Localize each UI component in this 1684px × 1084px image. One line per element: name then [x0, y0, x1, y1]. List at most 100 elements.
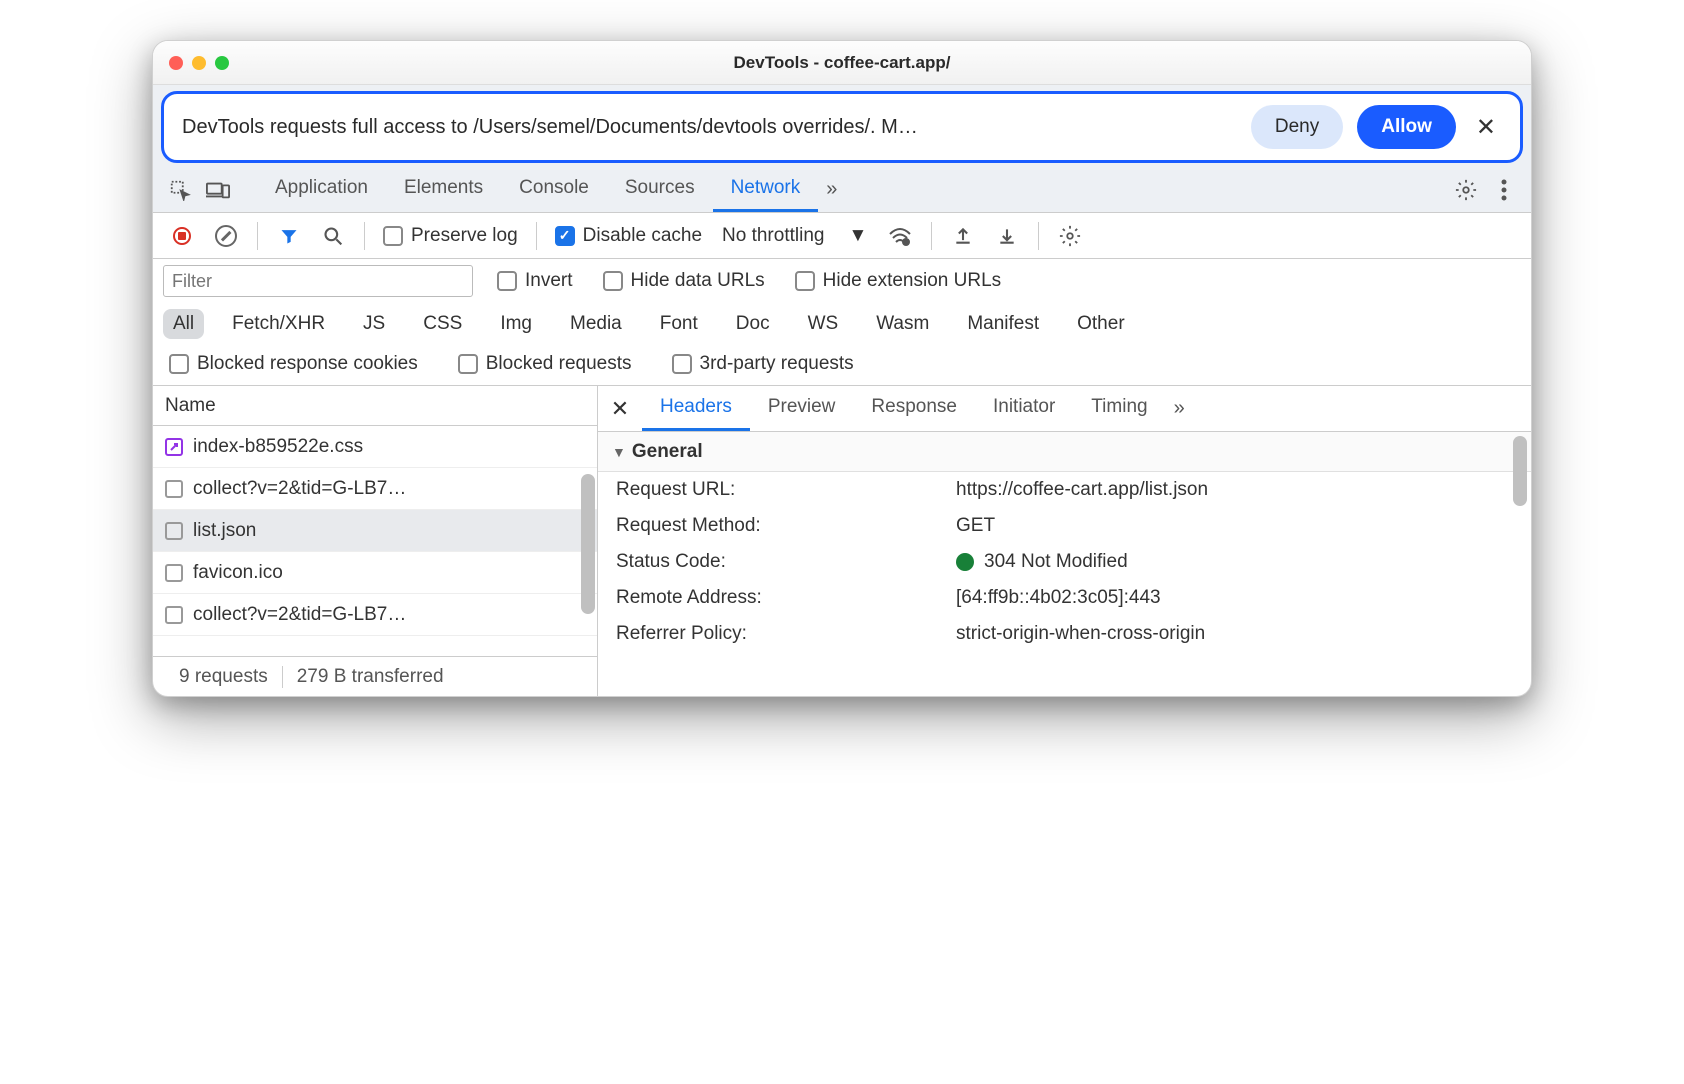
type-ws[interactable]: WS — [798, 309, 849, 339]
detail-scrollbar[interactable] — [1513, 436, 1527, 506]
hide-data-urls-checkbox[interactable]: Hide data URLs — [597, 270, 771, 292]
filter-row: Invert Hide data URLs Hide extension URL… — [153, 259, 1531, 303]
hide-ext-label: Hide extension URLs — [823, 270, 1001, 292]
val-request-url: https://coffee-cart.app/list.json — [956, 479, 1513, 501]
more-menu-icon[interactable] — [1485, 171, 1523, 209]
tab-application[interactable]: Application — [257, 167, 386, 212]
filter-input[interactable] — [163, 265, 473, 297]
more-detail-tabs-icon[interactable]: » — [1166, 397, 1193, 420]
title-bar: DevTools - coffee-cart.app/ — [153, 41, 1531, 85]
row-status-code: Status Code: 304 Not Modified — [598, 544, 1531, 580]
list-item[interactable]: index-b859522e.css — [153, 426, 597, 468]
close-window-button[interactable] — [169, 56, 183, 70]
sidebar-header-name[interactable]: Name — [153, 386, 597, 426]
preserve-log-label: Preserve log — [411, 225, 518, 247]
resource-type-row: All Fetch/XHR JS CSS Img Media Font Doc … — [153, 303, 1531, 347]
section-general[interactable]: ▼ General — [598, 432, 1531, 472]
third-party-checkbox[interactable]: 3rd-party requests — [666, 353, 860, 375]
list-item[interactable]: collect?v=2&tid=G-LB7… — [153, 468, 597, 510]
tab-network[interactable]: Network — [713, 167, 819, 212]
third-party-label: 3rd-party requests — [700, 353, 854, 375]
inspect-element-icon[interactable] — [161, 171, 199, 209]
dismiss-prompt-button[interactable]: ✕ — [1470, 113, 1502, 142]
tab-console[interactable]: Console — [501, 167, 607, 212]
type-media[interactable]: Media — [560, 309, 632, 339]
hide-data-label: Hide data URLs — [631, 270, 765, 292]
clear-button[interactable] — [207, 217, 245, 255]
blocked-cookies-checkbox[interactable]: Blocked response cookies — [163, 353, 424, 375]
list-item[interactable]: list.json — [153, 510, 597, 552]
row-remote-address: Remote Address: [64:ff9b::4b02:3c05]:443 — [598, 580, 1531, 616]
dtab-headers[interactable]: Headers — [642, 386, 750, 431]
type-wasm[interactable]: Wasm — [866, 309, 939, 339]
request-sidebar: Name index-b859522e.css collect?v=2&tid=… — [153, 386, 598, 696]
row-referrer-policy: Referrer Policy: strict-origin-when-cros… — [598, 616, 1531, 652]
blocked-requests-checkbox[interactable]: Blocked requests — [452, 353, 638, 375]
invert-label: Invert — [525, 270, 573, 292]
type-manifest[interactable]: Manifest — [957, 309, 1049, 339]
type-font[interactable]: Font — [650, 309, 708, 339]
throttling-select[interactable]: No throttling ▼ — [714, 225, 875, 247]
section-general-label: General — [632, 441, 703, 463]
type-img[interactable]: Img — [490, 309, 542, 339]
allow-button[interactable]: Allow — [1357, 105, 1456, 149]
type-all[interactable]: All — [163, 309, 204, 339]
file-icon — [165, 522, 183, 540]
minimize-window-button[interactable] — [192, 56, 206, 70]
request-name: list.json — [193, 520, 256, 542]
main-area: Name index-b859522e.css collect?v=2&tid=… — [153, 386, 1531, 696]
panel-tabs: Application Elements Console Sources Net… — [257, 167, 845, 212]
status-code-text: 304 Not Modified — [984, 551, 1128, 573]
list-item[interactable]: favicon.ico — [153, 552, 597, 594]
preserve-log-checkbox[interactable]: Preserve log — [377, 225, 524, 247]
panel-tabs-row: Application Elements Console Sources Net… — [153, 167, 1531, 213]
info-bar-container: DevTools requests full access to /Users/… — [153, 85, 1531, 167]
tab-elements[interactable]: Elements — [386, 167, 501, 212]
type-doc[interactable]: Doc — [726, 309, 780, 339]
more-tabs-icon[interactable]: » — [818, 178, 845, 201]
search-icon[interactable] — [314, 217, 352, 255]
tab-sources[interactable]: Sources — [607, 167, 713, 212]
disclosure-triangle-icon: ▼ — [612, 444, 626, 460]
network-toolbar: Preserve log ✓Disable cache No throttlin… — [153, 213, 1531, 259]
close-detail-button[interactable]: ✕ — [598, 396, 642, 422]
settings-icon[interactable] — [1447, 171, 1485, 209]
row-request-method: Request Method: GET — [598, 508, 1531, 544]
override-icon — [165, 438, 183, 456]
hide-extension-urls-checkbox[interactable]: Hide extension URLs — [789, 270, 1007, 292]
dtab-timing[interactable]: Timing — [1073, 386, 1165, 431]
device-toolbar-icon[interactable] — [199, 171, 237, 209]
upload-har-icon[interactable] — [944, 217, 982, 255]
key-request-url: Request URL: — [616, 479, 956, 501]
disable-cache-checkbox[interactable]: ✓Disable cache — [549, 225, 708, 247]
request-list: index-b859522e.css collect?v=2&tid=G-LB7… — [153, 426, 597, 656]
key-request-method: Request Method: — [616, 515, 956, 537]
detail-tabs: ✕ Headers Preview Response Initiator Tim… — [598, 386, 1531, 432]
type-fetch-xhr[interactable]: Fetch/XHR — [222, 309, 335, 339]
blocked-requests-label: Blocked requests — [486, 353, 632, 375]
detail-panel: ✕ Headers Preview Response Initiator Tim… — [598, 386, 1531, 696]
file-icon — [165, 564, 183, 582]
filter-icon[interactable] — [270, 217, 308, 255]
network-conditions-icon[interactable] — [881, 217, 919, 255]
download-har-icon[interactable] — [988, 217, 1026, 255]
type-other[interactable]: Other — [1067, 309, 1135, 339]
deny-button[interactable]: Deny — [1251, 105, 1343, 149]
sidebar-scrollbar[interactable] — [581, 474, 595, 614]
type-css[interactable]: CSS — [413, 309, 472, 339]
dtab-initiator[interactable]: Initiator — [975, 386, 1073, 431]
request-name: favicon.ico — [193, 562, 283, 584]
val-request-method: GET — [956, 515, 1513, 537]
access-prompt-bar: DevTools requests full access to /Users/… — [161, 91, 1523, 163]
dtab-response[interactable]: Response — [853, 386, 975, 431]
network-settings-icon[interactable] — [1051, 217, 1089, 255]
type-js[interactable]: JS — [353, 309, 395, 339]
invert-checkbox[interactable]: Invert — [491, 270, 579, 292]
list-item[interactable]: collect?v=2&tid=G-LB7… — [153, 594, 597, 636]
file-icon — [165, 480, 183, 498]
dtab-preview[interactable]: Preview — [750, 386, 854, 431]
maximize-window-button[interactable] — [215, 56, 229, 70]
record-button[interactable] — [163, 217, 201, 255]
row-request-url: Request URL: https://coffee-cart.app/lis… — [598, 472, 1531, 508]
traffic-lights — [169, 56, 229, 70]
